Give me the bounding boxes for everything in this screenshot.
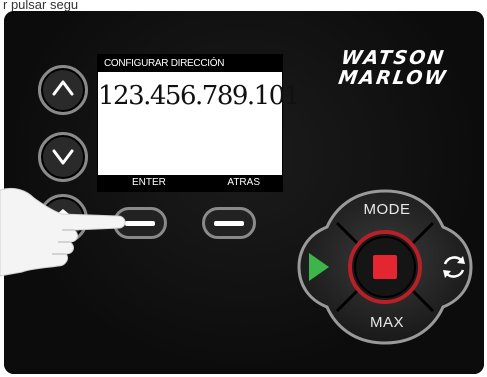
up-arrow-icon	[52, 80, 74, 96]
logo-line-1: WATSON	[339, 47, 447, 69]
stop-icon[interactable]	[367, 249, 403, 285]
watson-marlow-logo: WATSON MARLOW	[337, 47, 451, 89]
mode-button[interactable]: MODE	[352, 201, 422, 218]
cycle-icon[interactable]	[439, 252, 469, 282]
up-button[interactable]	[38, 65, 88, 115]
atras-softkey-button[interactable]	[202, 207, 256, 239]
softkey-bar-icon	[214, 221, 244, 226]
softkey-left-label: ENTER	[132, 177, 166, 188]
pointing-hand-icon	[0, 187, 126, 277]
address-value: 123.456.789.101	[98, 81, 300, 111]
play-icon[interactable]	[307, 251, 331, 283]
softkey-right-label: ATRAS	[227, 177, 260, 188]
max-button[interactable]: MAX	[352, 314, 422, 331]
control-keypad: MODE MAX	[297, 189, 473, 345]
logo-line-2: MARLOW	[337, 67, 449, 89]
display-title: CONFIGURAR DIRECCIÓN	[98, 55, 282, 72]
